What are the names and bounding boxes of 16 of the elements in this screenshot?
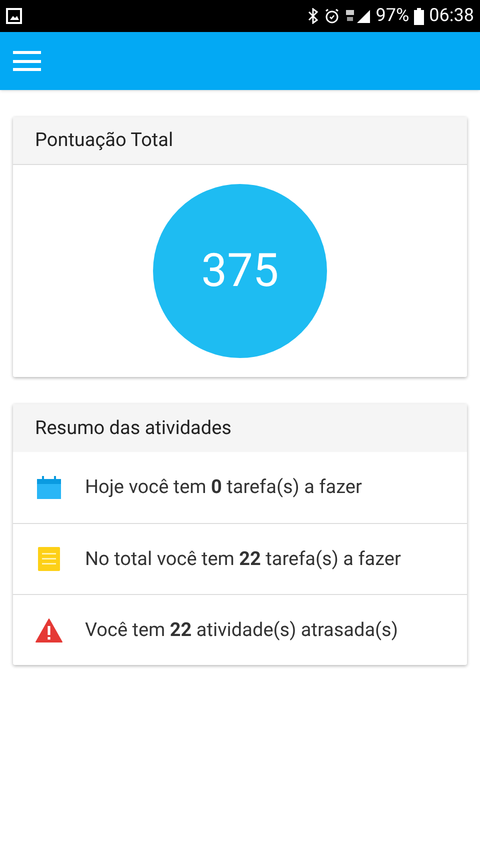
card-title: Resumo das atividades <box>35 414 232 441</box>
clock-time: 06:38 <box>429 7 474 25</box>
image-icon <box>6 8 22 24</box>
battery-percent: 97% <box>376 7 410 25</box>
bluetooth-icon <box>306 8 319 24</box>
card-title: Pontuação Total <box>35 127 174 154</box>
calendar-icon <box>36 476 62 500</box>
warning-icon <box>35 618 63 642</box>
signal-icon <box>344 8 371 24</box>
summary-text: Você tem 22 atividade(s) atrasada(s) <box>85 616 398 643</box>
summary-text: No total você tem 22 tarefa(s) a fazer <box>85 546 401 572</box>
battery-icon <box>414 8 424 24</box>
summary-text: Hoje você tem 0 tarefa(s) a fazer <box>85 474 362 500</box>
menu-button[interactable] <box>13 50 41 72</box>
alarm-icon <box>324 8 340 24</box>
list-icon <box>37 547 61 571</box>
